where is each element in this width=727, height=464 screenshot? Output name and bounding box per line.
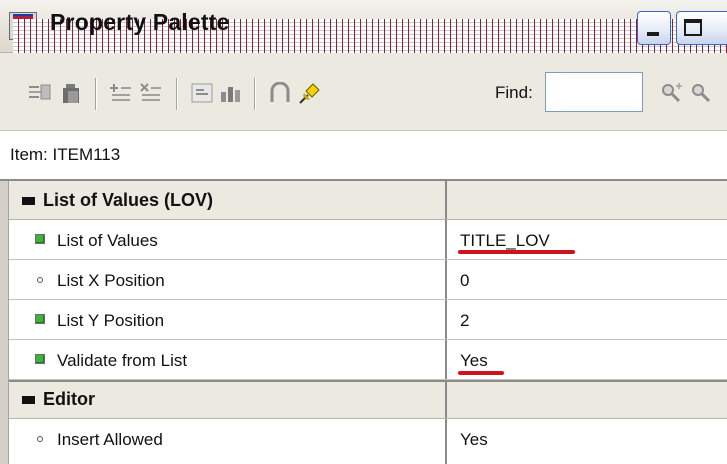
copy-properties-icon[interactable] [28, 82, 52, 104]
collapse-icon[interactable] [22, 197, 35, 205]
property-value-cell [447, 382, 727, 418]
toolbar-separator [176, 78, 178, 110]
property-value-cell[interactable]: 0 [447, 260, 727, 299]
property-value-cell [447, 181, 727, 219]
find-previous-icon[interactable] [660, 82, 684, 104]
property-name: List Y Position [57, 311, 165, 330]
toolbar: Find: [0, 53, 727, 131]
group-title: List of Values (LOV) [43, 190, 214, 210]
window-title: Property Palette [50, 9, 230, 35]
maximize-button[interactable] [676, 11, 727, 45]
property-value[interactable]: 0 [460, 271, 469, 291]
row-gutter [0, 181, 9, 464]
property-class-icon[interactable] [219, 82, 243, 104]
pin-icon[interactable] [298, 82, 322, 104]
default-property-icon [37, 277, 43, 283]
property-name-cell: List Y Position [9, 300, 447, 339]
property-value[interactable]: Yes [460, 351, 488, 371]
property-row[interactable]: List Y Position 2 [9, 300, 727, 340]
paste-properties-icon[interactable] [60, 82, 84, 104]
annotation-underline [458, 371, 504, 375]
property-row[interactable]: Insert Allowed Yes [9, 419, 727, 464]
minimize-icon [647, 32, 659, 36]
maximize-icon [684, 19, 702, 36]
property-name-cell: Insert Allowed [9, 419, 447, 464]
group-title: Editor [43, 389, 95, 409]
find-next-icon[interactable] [690, 82, 727, 104]
property-row[interactable]: Validate from List Yes [9, 340, 727, 380]
property-value-cell[interactable]: TITLE_LOV [447, 220, 727, 259]
property-row[interactable]: List X Position 0 [9, 260, 727, 300]
property-name-cell: List of Values (LOV) [9, 181, 447, 219]
property-value[interactable]: Yes [460, 430, 488, 450]
property-group-header[interactable]: Editor [9, 380, 727, 419]
changed-property-icon [35, 314, 45, 324]
add-property-icon[interactable] [109, 82, 133, 104]
current-item-label: Item: ITEM113 [10, 145, 121, 164]
property-grid: List of Values (LOV) List of Values TITL… [0, 181, 727, 464]
find-label: Find: [495, 83, 533, 102]
item-bar: Item: ITEM113 [0, 131, 727, 181]
property-value-cell[interactable]: Yes [447, 340, 727, 379]
property-name: List of Values [57, 231, 158, 250]
intersection-union-icon[interactable] [268, 81, 292, 104]
property-name: List X Position [57, 271, 165, 290]
property-palette-app-icon [9, 12, 727, 302]
property-name: Insert Allowed [57, 430, 163, 449]
minimize-button[interactable] [637, 11, 671, 45]
find-input[interactable] [545, 72, 643, 112]
property-name-cell: List X Position [9, 260, 447, 299]
property-value[interactable]: 2 [460, 311, 469, 331]
title-bar: Property Palette [0, 0, 727, 302]
toolbar-separator [95, 78, 97, 110]
property-value-cell[interactable]: Yes [447, 419, 727, 464]
property-name-cell: Validate from List [9, 340, 447, 379]
toolbar-separator [254, 78, 256, 110]
property-value-cell[interactable]: 2 [447, 300, 727, 339]
changed-property-icon [35, 354, 45, 364]
property-row[interactable]: List of Values TITLE_LOV [9, 220, 727, 260]
property-group-header[interactable]: List of Values (LOV) [9, 181, 727, 220]
property-name: Validate from List [57, 351, 188, 370]
property-name-cell: List of Values [9, 220, 447, 259]
property-name-cell: Editor [9, 382, 447, 418]
default-property-icon [37, 436, 43, 442]
changed-property-icon [35, 234, 45, 244]
collapse-icon[interactable] [22, 396, 35, 404]
delete-property-icon[interactable] [139, 82, 163, 104]
inherit-property-icon[interactable] [190, 82, 214, 104]
annotation-underline [458, 250, 575, 254]
property-value[interactable]: TITLE_LOV [460, 231, 550, 251]
